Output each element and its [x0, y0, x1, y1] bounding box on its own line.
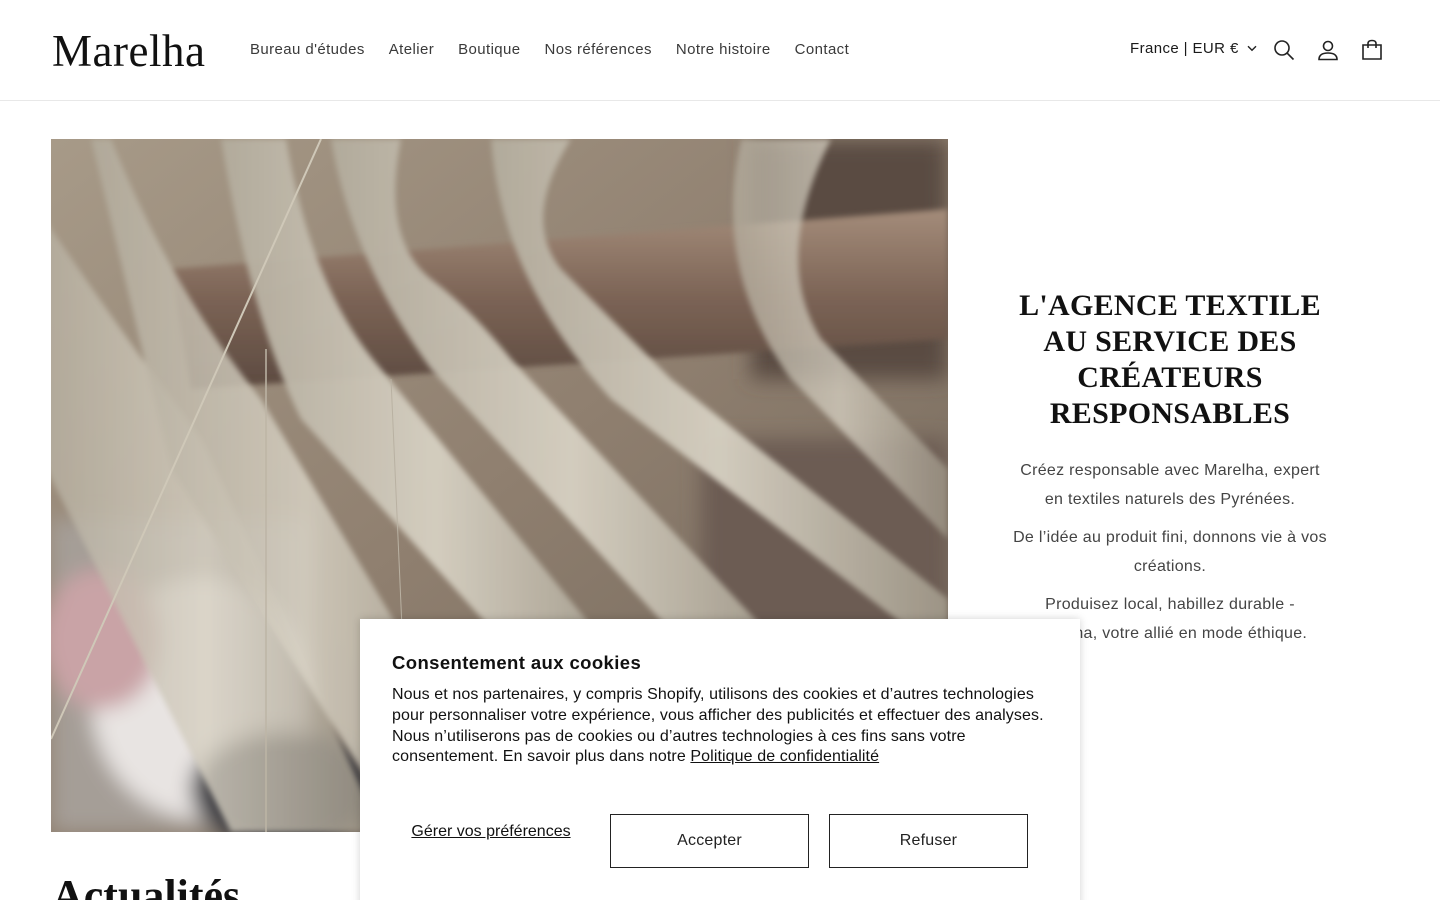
nav-bureau-etudes[interactable]: Bureau d'études	[238, 38, 377, 62]
cookie-actions: Gérer vos préférences Accepter Refuser	[392, 814, 1048, 868]
chevron-down-icon	[1247, 45, 1257, 52]
privacy-policy-link[interactable]: Politique de confidentialité	[690, 748, 879, 765]
hero-paragraph-2: De l’idée au produit fini, donnons vie à…	[1013, 529, 1327, 575]
nav-boutique[interactable]: Boutique	[446, 38, 532, 62]
nav-atelier[interactable]: Atelier	[377, 38, 446, 62]
cookie-consent-banner: Consentement aux cookies Nous et nos par…	[360, 619, 1080, 900]
nav-contact[interactable]: Contact	[783, 38, 862, 62]
site-logo[interactable]: Marelha	[52, 27, 205, 75]
nav-notre-histoire[interactable]: Notre histoire	[664, 38, 783, 62]
refuse-cookies-button[interactable]: Refuser	[829, 814, 1028, 868]
cart-icon[interactable]	[1358, 36, 1386, 64]
site-header: Marelha Bureau d'études Atelier Boutique…	[0, 0, 1440, 101]
locale-label: France | EUR €	[1130, 40, 1239, 57]
nav-nos-references[interactable]: Nos références	[533, 38, 664, 62]
accept-cookies-button[interactable]: Accepter	[610, 814, 809, 868]
manage-preferences-button[interactable]: Gérer vos préférences	[392, 822, 590, 841]
search-icon[interactable]	[1270, 36, 1298, 64]
account-icon[interactable]	[1314, 36, 1342, 64]
locale-selector[interactable]: France | EUR €	[1130, 40, 1257, 57]
hero-text-block: L'AGENCE TEXTILE AU SERVICE DES CRÉATEUR…	[1000, 288, 1340, 658]
main-nav: Bureau d'études Atelier Boutique Nos réf…	[238, 38, 861, 62]
hero-paragraph-1: Créez responsable avec Marelha, expert e…	[1020, 462, 1320, 508]
cookie-title: Consentement aux cookies	[392, 652, 642, 673]
hero-title: L'AGENCE TEXTILE AU SERVICE DES CRÉATEUR…	[1019, 289, 1321, 430]
cookie-body: Nous et nos partenaires, y compris Shopi…	[392, 685, 1048, 768]
news-section-title: Actualités	[52, 871, 241, 900]
